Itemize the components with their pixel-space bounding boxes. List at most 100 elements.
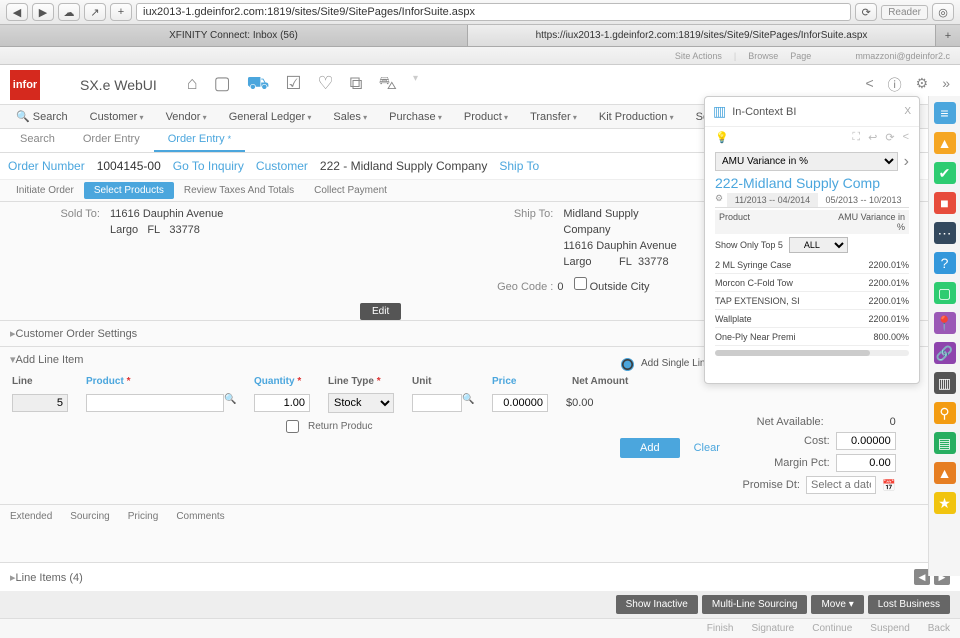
menu-button[interactable]: ◎ — [932, 3, 954, 21]
header-caret-icon[interactable]: ▾ — [413, 73, 418, 97]
share-button[interactable]: ↗ — [84, 3, 106, 21]
nav-vendor[interactable]: Vendor — [156, 107, 217, 127]
edit-button[interactable]: Edit — [360, 303, 401, 320]
bi-go-button[interactable]: › — [904, 153, 909, 171]
rail-icon-4[interactable]: ⋯ — [934, 222, 956, 244]
multi-line-sourcing-button[interactable]: Multi-Line Sourcing — [702, 595, 808, 614]
forward-button[interactable]: ▶ — [32, 3, 54, 21]
tab-sourcing[interactable]: Sourcing — [70, 511, 109, 522]
footer-signature[interactable]: Signature — [751, 623, 794, 634]
subtab-search[interactable]: Search — [6, 128, 69, 152]
nav-gl[interactable]: General Ledger — [219, 107, 322, 127]
add-single-line-radio[interactable] — [621, 358, 634, 371]
qty-input[interactable] — [254, 394, 310, 412]
rail-icon-2[interactable]: ✔ — [934, 162, 956, 184]
bi-bulb-icon[interactable]: 💡 — [715, 131, 729, 144]
browser-tab-add[interactable]: + — [936, 25, 960, 46]
footer-finish[interactable]: Finish — [707, 623, 734, 634]
outside-city-checkbox[interactable] — [574, 277, 587, 290]
truck-icon[interactable]: ⛟ — [247, 73, 270, 97]
rail-icon-3[interactable]: ■ — [934, 192, 956, 214]
browser-tab-0[interactable]: XFINITY Connect: Inbox (56) — [0, 25, 468, 46]
step-select-products[interactable]: Select Products — [84, 182, 174, 199]
nav-kit[interactable]: Kit Production — [589, 107, 684, 127]
tab-comments[interactable]: Comments — [176, 511, 224, 522]
bi-all-select[interactable]: ALL — [789, 237, 848, 253]
bi-company-link[interactable]: 222-Midland Supply Comp — [715, 175, 909, 191]
add-line-button[interactable]: Add — [620, 438, 680, 458]
add-button[interactable]: + — [110, 3, 132, 21]
bi-expand-icon[interactable]: ⛶ — [852, 131, 860, 144]
footer-continue[interactable]: Continue — [812, 623, 852, 634]
screen-icon[interactable]: ▢ — [214, 73, 231, 97]
chart-icon[interactable]: ⧉ — [350, 73, 363, 97]
step-initiate[interactable]: Initiate Order — [6, 182, 84, 199]
rail-icon-5[interactable]: ? — [934, 252, 956, 274]
bi-period-1[interactable]: 11/2013 -- 04/2014 — [727, 193, 818, 207]
bi-refresh-icon[interactable]: ⟳ — [885, 131, 894, 144]
collapse-icon[interactable]: » — [942, 75, 950, 95]
subtab-oe-2[interactable]: Order Entry * — [154, 128, 245, 152]
return-product-checkbox[interactable] — [286, 420, 299, 433]
nav-sales[interactable]: Sales — [323, 107, 377, 127]
line-type-select[interactable]: Stock — [328, 393, 394, 413]
customer-link[interactable]: Customer — [256, 159, 308, 173]
footer-back[interactable]: Back — [928, 623, 950, 634]
gear-icon[interactable]: ⚙ — [916, 75, 929, 95]
bi-share-icon[interactable]: < — [903, 131, 909, 144]
rail-icon-12[interactable]: ▲ — [934, 462, 956, 484]
nav-transfer[interactable]: Transfer — [520, 107, 587, 127]
move-button[interactable]: Move ▾ — [811, 595, 863, 614]
rail-icon-11[interactable]: ▤ — [934, 432, 956, 454]
home-icon[interactable]: ⌂ — [187, 73, 198, 97]
bi-back-icon[interactable]: ↩ — [868, 131, 877, 144]
sp-browse[interactable]: Browse — [748, 51, 778, 61]
sp-page[interactable]: Page — [790, 51, 811, 61]
refresh-button[interactable]: ⟳ — [855, 3, 877, 21]
rail-icon-0[interactable]: ≡ — [934, 102, 956, 124]
share-icon[interactable]: < — [865, 75, 873, 95]
bi-period-gear-icon[interactable]: ⚙ — [715, 193, 727, 207]
info-icon[interactable]: ⓘ — [888, 75, 902, 95]
nav-search[interactable]: 🔍 Search — [6, 106, 78, 127]
lost-business-button[interactable]: Lost Business — [868, 595, 950, 614]
margin-input[interactable] — [836, 454, 896, 472]
rail-icon-9[interactable]: ▥ — [934, 372, 956, 394]
bi-horizontal-scrollbar[interactable] — [715, 350, 909, 356]
rail-icon-6[interactable]: ▢ — [934, 282, 956, 304]
unit-lookup-icon[interactable]: 🔍 — [462, 394, 474, 412]
step-review-taxes[interactable]: Review Taxes And Totals — [174, 182, 304, 199]
rail-icon-8[interactable]: 🔗 — [934, 342, 956, 364]
site-actions[interactable]: Site Actions — [675, 51, 722, 61]
show-inactive-button[interactable]: Show Inactive — [616, 595, 698, 614]
reader-button[interactable]: Reader — [881, 5, 928, 20]
browser-tab-1[interactable]: https://iux2013-1.gdeinfor2.com:1819/sit… — [468, 25, 936, 46]
rail-icon-1[interactable]: ▲ — [934, 132, 956, 154]
cloud-button[interactable]: ☁ — [58, 3, 80, 21]
step-collect-payment[interactable]: Collect Payment — [304, 182, 397, 199]
shipto-link[interactable]: Ship To — [499, 159, 539, 173]
price-input[interactable] — [492, 394, 548, 412]
goto-inquiry-link[interactable]: Go To Inquiry — [173, 159, 244, 173]
line-items-toggle[interactable]: Line Items (4) — [10, 571, 83, 584]
unit-input[interactable] — [412, 394, 462, 412]
rail-icon-7[interactable]: 📍 — [934, 312, 956, 334]
product-input[interactable] — [86, 394, 224, 412]
nav-purchase[interactable]: Purchase — [379, 107, 452, 127]
address-bar[interactable]: iux2013-1.gdeinfor2.com:1819/sites/Site9… — [136, 3, 851, 21]
line-number-input[interactable] — [12, 394, 68, 412]
back-button[interactable]: ◀ — [6, 3, 28, 21]
rail-icon-10[interactable]: ⚲ — [934, 402, 956, 424]
clipboard-icon[interactable]: ☑ — [285, 73, 301, 97]
nav-product[interactable]: Product — [454, 107, 518, 127]
product-lookup-icon[interactable]: 🔍 — [224, 394, 236, 412]
nav-customer[interactable]: Customer — [80, 107, 154, 127]
tab-extended[interactable]: Extended — [10, 511, 52, 522]
rail-icon-13[interactable]: ★ — [934, 492, 956, 514]
promise-date-input[interactable] — [806, 476, 876, 494]
cost-input[interactable] — [836, 432, 896, 450]
tab-pricing[interactable]: Pricing — [128, 511, 159, 522]
bi-close-button[interactable]: X — [904, 106, 911, 117]
bi-period-2[interactable]: 05/2013 -- 10/2013 — [818, 193, 909, 207]
heart-icon[interactable]: ♡ — [317, 73, 333, 97]
